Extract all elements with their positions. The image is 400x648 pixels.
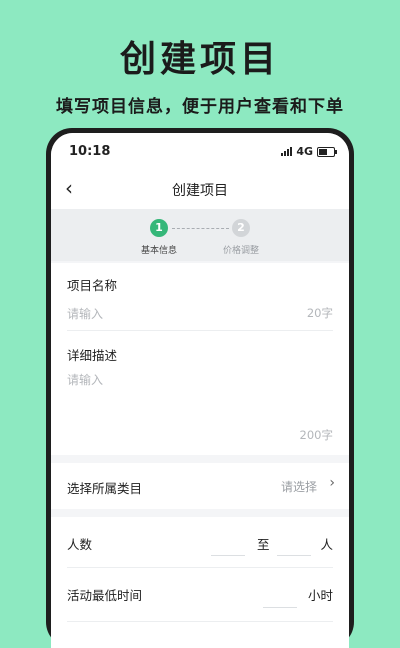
promo-title: 创建项目 <box>119 39 280 80</box>
people-min-input[interactable] <box>211 555 245 556</box>
phone-frame: 10:18 4G ‹ 创建项目 1 2 基本信息 价格调整 项目名称 请输入 2… <box>46 128 354 648</box>
min-time-input[interactable] <box>263 607 297 608</box>
phone-screen: 10:18 4G ‹ 创建项目 1 2 基本信息 价格调整 项目名称 请输入 2… <box>51 133 349 648</box>
step-indicator: 1 2 基本信息 价格调整 <box>51 209 349 261</box>
nav-bar: ‹ 创建项目 <box>51 169 349 209</box>
capacity-card: 人数 至 人 活动最低时间 小时 <box>51 517 349 648</box>
status-indicators: 4G <box>281 145 337 158</box>
step-connector <box>172 228 229 229</box>
people-max-input[interactable] <box>277 555 311 556</box>
people-unit: 人 <box>320 537 333 552</box>
min-time-label: 活动最低时间 <box>67 588 143 603</box>
category-value: 请选择 <box>280 480 317 494</box>
divider <box>67 330 333 331</box>
description-counter: 200字 <box>299 428 333 442</box>
divider <box>67 621 333 622</box>
chevron-right-icon: › <box>329 475 335 491</box>
network-type: 4G <box>296 145 313 158</box>
step-2-label: 价格调整 <box>223 246 260 256</box>
category-row[interactable]: 选择所属类目 请选择 › <box>51 463 349 509</box>
project-name-label: 项目名称 <box>67 278 118 293</box>
promo-subtitle: 填写项目信息，便于用户查看和下单 <box>56 97 344 117</box>
signal-icon <box>281 147 293 156</box>
step-1-label: 基本信息 <box>141 246 178 256</box>
battery-icon <box>317 146 337 157</box>
status-bar: 10:18 4G <box>51 133 349 169</box>
step-2-dot: 2 <box>232 219 250 237</box>
basic-info-card: 项目名称 请输入 20字 详细描述 请输入 200字 <box>51 263 349 455</box>
people-label: 人数 <box>67 537 93 552</box>
project-name-counter: 20字 <box>306 306 333 320</box>
divider <box>67 567 333 568</box>
status-time: 10:18 <box>69 144 111 159</box>
description-input[interactable]: 请输入 <box>67 371 103 388</box>
project-name-input[interactable]: 请输入 <box>67 305 103 322</box>
description-label: 详细描述 <box>67 348 118 363</box>
category-label: 选择所属类目 <box>67 481 143 496</box>
page-title: 创建项目 <box>172 183 228 199</box>
min-time-unit: 小时 <box>307 588 333 603</box>
people-separator: 至 <box>257 537 270 552</box>
step-1-dot: 1 <box>150 219 168 237</box>
